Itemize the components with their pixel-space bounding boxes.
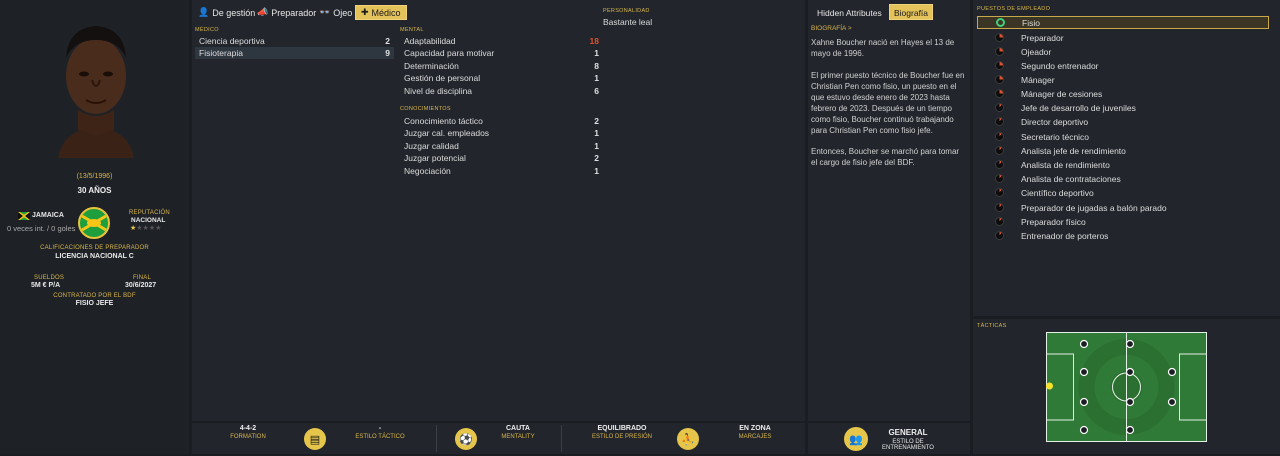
role-suitability-icon	[995, 47, 1004, 56]
reputation-label: REPUTACIÓN	[129, 210, 170, 216]
age: 30 AÑOS	[77, 186, 112, 195]
role-suitability-icon	[995, 103, 1004, 112]
person-icon: 👤	[198, 7, 210, 17]
attribute-row[interactable]: Ciencia deportiva 2	[195, 35, 394, 47]
role-suitability-icon	[995, 188, 1004, 197]
role-row[interactable]: Director deportivo	[977, 115, 1269, 128]
tactical-style-cell[interactable]: - ESTILO TÁCTICO	[340, 425, 420, 453]
personality-label: PERSONALIDAD	[603, 8, 650, 14]
hidden-attributes-tab[interactable]: Hidden Attributes	[817, 8, 882, 18]
pressing-players-icon[interactable]: ⛹	[677, 428, 699, 450]
role-suitability-icon	[995, 203, 1004, 212]
attribute-row[interactable]: Juzgar cal. empleados 1	[400, 127, 603, 139]
role-suitability-icon	[995, 61, 1004, 70]
staff-portrait	[58, 26, 134, 158]
role-row[interactable]: Mánager	[977, 73, 1269, 86]
attribute-row[interactable]: Fisioterapia 9	[195, 47, 394, 59]
tab-preparador[interactable]: 📣 Preparador	[257, 5, 316, 20]
biography-tab[interactable]: Biografía	[889, 4, 934, 20]
wages-value: 5M € P/A	[31, 282, 61, 289]
role-suitability-icon	[995, 217, 1004, 226]
reputation-value: NACIONAL	[131, 217, 166, 224]
biography-paragraph-3: Entonces, Boucher se marchó para tomar e…	[811, 147, 960, 167]
whistle-icon: 📣	[257, 7, 269, 17]
mentality-cell[interactable]: CAUTA MENTALITY	[488, 425, 548, 453]
tactics-board-icon[interactable]: ▤	[304, 428, 326, 450]
role-row[interactable]: Segundo entrenador	[977, 59, 1269, 72]
role-row[interactable]: Analista de rendimiento	[977, 158, 1269, 171]
reputation-stars: ★★★★★	[130, 225, 162, 232]
role-suitability-icon	[996, 18, 1005, 27]
jamaica-flag-icon	[17, 211, 31, 221]
role-row[interactable]: Preparador	[977, 31, 1269, 44]
attribute-row[interactable]: Negociación 1	[400, 165, 603, 177]
role-row[interactable]: Jefe de desarrollo de juveniles	[977, 101, 1269, 114]
biography-panel	[808, 0, 970, 421]
role-row[interactable]: Ojeador	[977, 45, 1269, 58]
attribute-row[interactable]: Determinación 8	[400, 60, 603, 72]
role-suitability-icon	[995, 89, 1004, 98]
football-icon[interactable]: ⚽	[455, 428, 477, 450]
coach-qualifications-label: CALIFICACIONES DE PREPARADOR	[40, 245, 149, 251]
contract-end-value: 30/6/2027	[125, 282, 157, 289]
medico-section-label: MÉDICO	[195, 27, 219, 33]
role-suitability-icon	[995, 160, 1004, 169]
role-suitability-icon	[995, 33, 1004, 42]
tactics-pitch[interactable]	[1046, 332, 1207, 442]
role-row[interactable]: Analista de contrataciones	[977, 172, 1269, 185]
attribute-row[interactable]: Gestión de personal 1	[400, 72, 603, 84]
international-caps: 0 veces int. / 0 goles	[7, 224, 76, 233]
contract-end-label: FINAL	[133, 275, 152, 281]
role-suitability-icon	[995, 117, 1004, 126]
staff-profile-panel: (13/5/1996) 30 AÑOS JAMAICA 0 veces int.…	[0, 0, 189, 454]
contracted-by-label: CONTRATADO POR EL BDF	[53, 293, 136, 299]
attribute-row[interactable]: Capacidad para motivar 1	[400, 47, 603, 59]
attribute-row[interactable]: Juzgar calidad 1	[400, 140, 603, 152]
tab-medico[interactable]: ✚ Médico	[355, 5, 407, 20]
binoculars-icon: 👓	[319, 7, 331, 17]
training-style-cell[interactable]: GENERAL ESTILO DE ENTRENAMIENTO	[870, 428, 946, 456]
marking-cell[interactable]: EN ZONA MARCAJES	[722, 425, 788, 453]
formation-cell[interactable]: 4-4-2 FORMATION	[218, 425, 278, 453]
jamaica-fa-crest-icon	[77, 206, 111, 240]
attribute-row[interactable]: Adaptabilidad 18	[400, 35, 603, 47]
role-row[interactable]: Científico deportivo	[977, 186, 1269, 199]
tab-ojeo[interactable]: 👓 Ojeo	[319, 5, 352, 20]
role-suitability-icon	[995, 132, 1004, 141]
wages-label: SUELDOS	[34, 275, 65, 281]
birth-date: (13/5/1996)	[76, 173, 113, 180]
knowledge-section-label: CONOCIMIENTOS	[400, 106, 451, 112]
personality-value: Bastante leal	[603, 17, 653, 27]
role-row[interactable]: Mánager de cesiones	[977, 87, 1269, 100]
attribute-row[interactable]: Conocimiento táctico 2	[400, 115, 603, 127]
coach-license: LICENCIA NACIONAL C	[55, 253, 134, 260]
biography-paragraph-2: El primer puesto técnico de Boucher fue …	[811, 71, 965, 135]
role-row[interactable]: Preparador físico	[977, 215, 1269, 228]
medkit-icon: ✚	[361, 7, 369, 17]
attribute-row[interactable]: Nivel de disciplina 6	[400, 85, 603, 97]
role-row[interactable]: Secretario técnico	[977, 130, 1269, 143]
pressing-style-cell[interactable]: EQUILIBRADO ESTILO DE PRESIÓN	[587, 425, 657, 453]
roles-label: PUESTOS DE EMPLEADO	[977, 6, 1051, 12]
staff-role: FISIO JEFE	[75, 300, 114, 307]
role-row[interactable]: Preparador de jugadas a balón parado	[977, 201, 1269, 214]
role-suitability-icon	[995, 75, 1004, 84]
biography-paragraph-1: Xahne Boucher nació en Hayes el 13 de ma…	[811, 38, 955, 58]
role-row[interactable]: Fisio	[977, 16, 1269, 29]
tactics-label: TÁCTICAS	[977, 323, 1007, 329]
biography-label[interactable]: BIOGRAFÍA >	[811, 25, 852, 32]
mental-section-label: MENTAL	[400, 27, 424, 33]
role-suitability-icon	[995, 146, 1004, 155]
role-suitability-icon	[995, 174, 1004, 183]
role-suitability-icon	[995, 231, 1004, 240]
tab-de-gestion[interactable]: 👤 De gestión	[198, 5, 255, 20]
role-row[interactable]: Analista jefe de rendimiento	[977, 144, 1269, 157]
role-row[interactable]: Entrenador de porteros	[977, 229, 1269, 242]
attribute-row[interactable]: Juzgar potencial 2	[400, 152, 603, 164]
nationality: JAMAICA	[32, 212, 64, 219]
training-group-icon[interactable]: 👥	[844, 427, 868, 451]
